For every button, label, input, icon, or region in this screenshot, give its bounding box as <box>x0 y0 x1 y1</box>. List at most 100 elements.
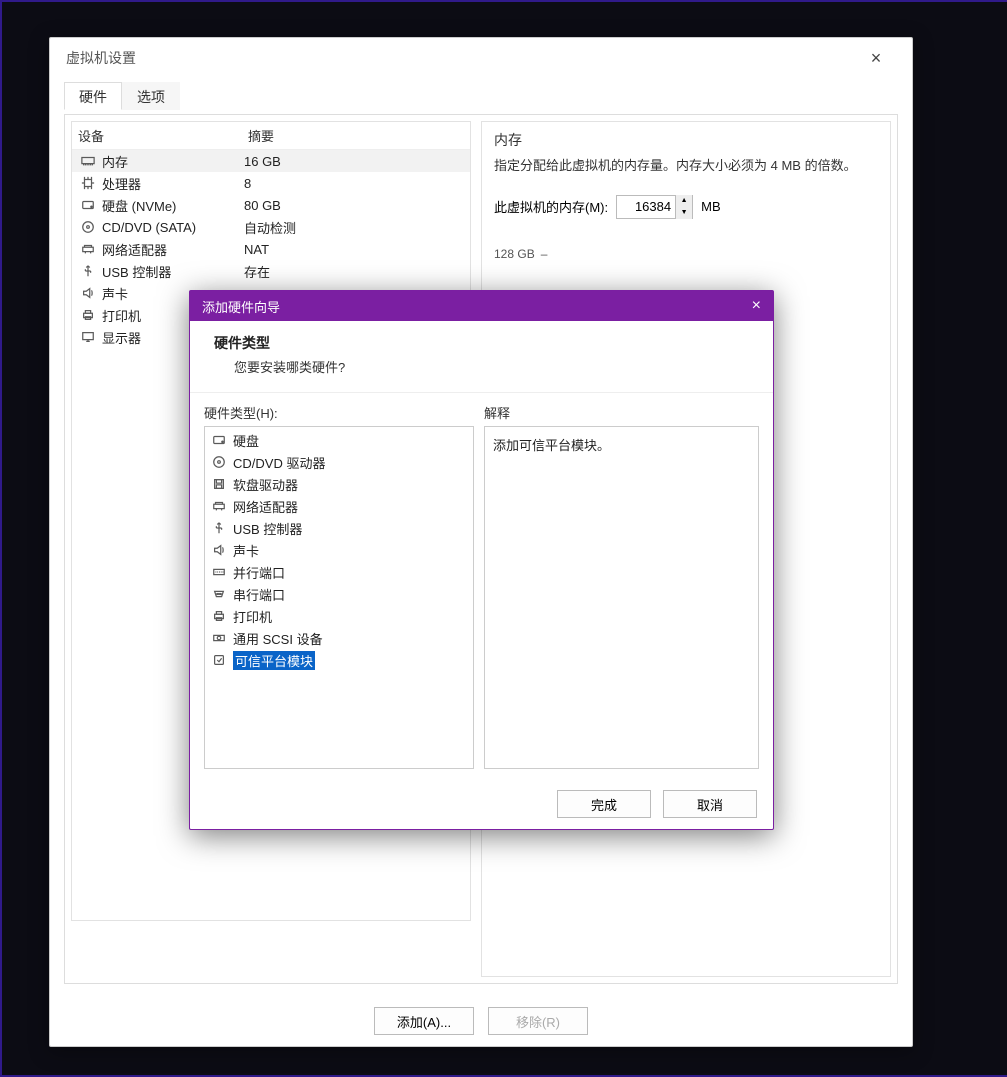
hardware-type-item[interactable]: 声卡 <box>205 539 473 561</box>
hardware-type-label: 通用 SCSI 设备 <box>233 629 323 648</box>
device-row[interactable]: 处理器8 <box>72 172 470 194</box>
hardware-list-label: 硬件类型(H): <box>204 403 474 422</box>
spin-down-icon[interactable]: ▼ <box>676 207 692 219</box>
hardware-type-label: 硬盘 <box>233 431 259 450</box>
display-icon <box>80 329 96 345</box>
col-device-header: 设备 <box>72 122 242 149</box>
device-label: 网络适配器 <box>102 240 242 259</box>
description-label: 解释 <box>484 403 759 422</box>
device-summary: 80 GB <box>242 198 470 213</box>
port-icon <box>211 564 227 580</box>
device-label: USB 控制器 <box>102 262 242 281</box>
close-icon[interactable]: × <box>856 48 896 69</box>
disc-icon <box>211 454 227 470</box>
close-icon[interactable]: × <box>752 297 761 315</box>
sound-icon <box>211 542 227 558</box>
hardware-type-item[interactable]: 硬盘 <box>205 429 473 451</box>
button-label: 完成 <box>591 795 617 814</box>
floppy-icon <box>211 476 227 492</box>
device-row[interactable]: 内存16 GB <box>72 150 470 172</box>
hardware-type-item[interactable]: 串行端口 <box>205 583 473 605</box>
cancel-button[interactable]: 取消 <box>663 790 757 818</box>
tab-hardware[interactable]: 硬件 <box>64 82 122 110</box>
device-row[interactable]: CD/DVD (SATA)自动检测 <box>72 216 470 238</box>
wizard-title: 添加硬件向导 <box>202 297 280 316</box>
hardware-type-label: 声卡 <box>233 541 259 560</box>
list-header: 设备 摘要 <box>72 122 470 150</box>
hardware-type-item[interactable]: 网络适配器 <box>205 495 473 517</box>
finish-button[interactable]: 完成 <box>557 790 651 818</box>
hardware-type-item[interactable]: CD/DVD 驱动器 <box>205 451 473 473</box>
wizard-header: 硬件类型 您要安装哪类硬件? <box>190 321 773 393</box>
device-row[interactable]: 硬盘 (NVMe)80 GB <box>72 194 470 216</box>
hardware-type-item[interactable]: 并行端口 <box>205 561 473 583</box>
device-label: 内存 <box>102 152 242 171</box>
hardware-type-label: 网络适配器 <box>233 497 298 516</box>
hdd-icon <box>80 197 96 213</box>
tab-label: 硬件 <box>79 89 107 105</box>
device-summary: 存在 <box>242 262 470 281</box>
device-summary: 16 GB <box>242 154 470 169</box>
memory-spinner[interactable]: ▲ ▼ <box>616 195 693 219</box>
hardware-type-item[interactable]: 可信平台模块 <box>205 649 473 671</box>
window-title: 虚拟机设置 <box>66 48 136 68</box>
hardware-type-label: CD/DVD 驱动器 <box>233 453 325 472</box>
memory-input-label: 此虚拟机的内存(M): <box>494 197 608 216</box>
sound-icon <box>80 285 96 301</box>
memory-unit: MB <box>701 199 721 214</box>
serial-icon <box>211 586 227 602</box>
hardware-type-item[interactable]: 通用 SCSI 设备 <box>205 627 473 649</box>
button-label: 取消 <box>697 795 723 814</box>
device-label: 处理器 <box>102 174 242 193</box>
col-summary-header: 摘要 <box>242 122 470 149</box>
usb-icon <box>211 520 227 536</box>
tab-options[interactable]: 选项 <box>122 82 180 110</box>
hardware-type-label: 软盘驱动器 <box>233 475 298 494</box>
tick-mark-icon: – <box>541 247 548 261</box>
description-box: 添加可信平台模块。 <box>484 426 759 769</box>
hardware-type-label: 打印机 <box>233 607 272 626</box>
memory-slider-area: 128 GB – <box>494 247 878 261</box>
device-summary: 自动检测 <box>242 218 470 237</box>
cpu-icon <box>80 175 96 191</box>
tab-strip: 硬件 选项 <box>64 82 898 110</box>
printer-icon <box>80 307 96 323</box>
tab-label: 选项 <box>137 89 165 105</box>
hardware-type-item[interactable]: USB 控制器 <box>205 517 473 539</box>
disc-icon <box>80 219 96 235</box>
slider-top-tick: 128 GB <box>494 247 535 261</box>
wizard-heading: 硬件类型 <box>214 333 749 353</box>
hardware-type-item[interactable]: 软盘驱动器 <box>205 473 473 495</box>
spin-up-icon[interactable]: ▲ <box>676 195 692 207</box>
hardware-type-label: USB 控制器 <box>233 519 302 538</box>
printer-icon <box>211 608 227 624</box>
tpm-icon <box>211 652 227 668</box>
add-button[interactable]: 添加(A)... <box>374 1007 474 1035</box>
network-icon <box>80 241 96 257</box>
hdd-icon <box>211 432 227 448</box>
description-text: 添加可信平台模块。 <box>493 438 610 453</box>
usb-icon <box>80 263 96 279</box>
hardware-type-label: 可信平台模块 <box>233 651 315 670</box>
titlebar: 虚拟机设置 × <box>50 38 912 78</box>
hardware-type-item[interactable]: 打印机 <box>205 605 473 627</box>
add-hardware-wizard: 添加硬件向导 × 硬件类型 您要安装哪类硬件? 硬件类型(H): 硬盘 CD/DV… <box>189 290 774 830</box>
device-label: 硬盘 (NVMe) <box>102 196 242 215</box>
button-label: 添加(A)... <box>397 1012 451 1031</box>
button-label: 移除(R) <box>516 1012 560 1031</box>
section-description: 指定分配给此虚拟机的内存量。内存大小必须为 4 MB 的倍数。 <box>494 156 878 177</box>
device-summary: 8 <box>242 176 470 191</box>
memory-input[interactable] <box>617 199 675 214</box>
hardware-type-list[interactable]: 硬盘 CD/DVD 驱动器软盘驱动器网络适配器 USB 控制器声卡并行端口串行端口打… <box>204 426 474 769</box>
bottom-button-row: 添加(A)... 移除(R) <box>65 1007 897 1035</box>
device-row[interactable]: 网络适配器NAT <box>72 238 470 260</box>
device-row[interactable]: USB 控制器存在 <box>72 260 470 282</box>
memory-icon <box>80 153 96 169</box>
device-label: CD/DVD (SATA) <box>102 220 242 235</box>
wizard-footer: 完成 取消 <box>190 779 773 829</box>
wizard-titlebar: 添加硬件向导 × <box>190 291 773 321</box>
wizard-subheading: 您要安装哪类硬件? <box>234 357 749 376</box>
remove-button[interactable]: 移除(R) <box>488 1007 588 1035</box>
scsi-icon <box>211 630 227 646</box>
hardware-type-label: 并行端口 <box>233 563 285 582</box>
